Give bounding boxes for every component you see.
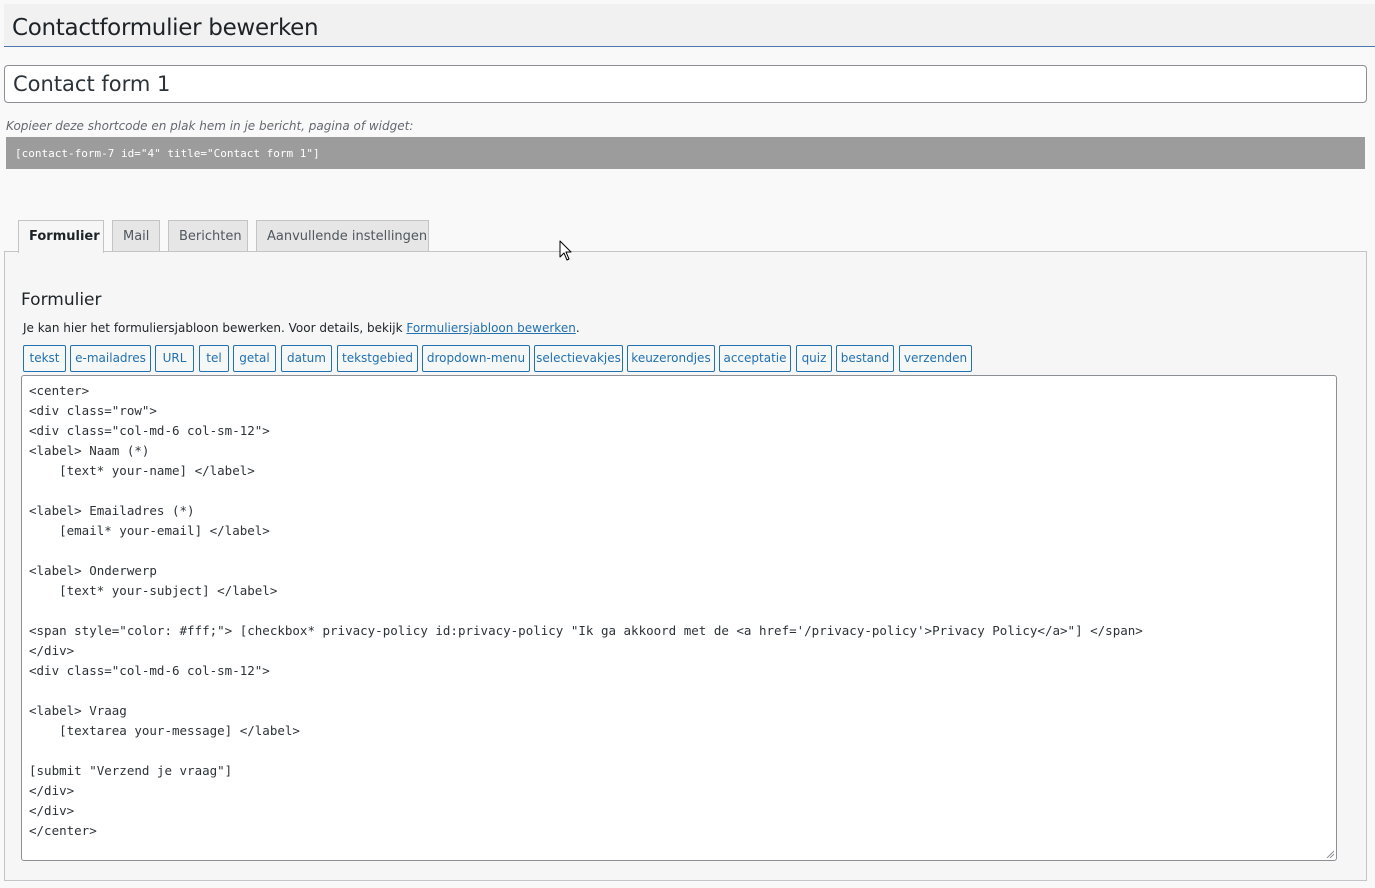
resize-grip-icon[interactable] [1326,850,1334,858]
tag-button-tekstgebied[interactable]: tekstgebied [337,345,418,372]
tab-aanvullende-instellingen[interactable]: Aanvullende instellingen [256,220,429,252]
form-template-editor[interactable]: <center> <div class="row"> <div class="c… [21,375,1337,861]
tag-button-tel[interactable]: tel [199,345,229,372]
tab-formulier[interactable]: Formulier [18,220,104,253]
tab-mail[interactable]: Mail [112,220,160,252]
tag-button-keuzerondjes[interactable]: keuzerondjes [627,345,715,372]
tag-button-verzenden[interactable]: verzenden [899,345,972,372]
panel-description: Je kan hier het formuliersjabloon bewerk… [23,321,580,335]
tag-button-acceptatie[interactable]: acceptatie [719,345,791,372]
panel-heading: Formulier [21,290,102,310]
form-title-input[interactable]: Contact form 1 [4,65,1367,103]
panel-description-text: Je kan hier het formuliersjabloon bewerk… [23,321,407,335]
shortcode-hint: Kopieer deze shortcode en plak hem in je… [6,119,414,133]
shortcode-field[interactable]: [contact-form-7 id="4" title="Contact fo… [6,137,1365,169]
tag-button-selectievakjes[interactable]: selectievakjes [534,345,623,372]
mouse-pointer-icon [559,240,572,261]
form-template-code[interactable]: <center> <div class="row"> <div class="c… [29,381,1143,841]
page-title: Contactformulier bewerken [12,15,319,41]
tag-button-url[interactable]: URL [155,345,194,372]
template-edit-link[interactable]: Formuliersjabloon bewerken [406,321,575,335]
tag-button-quiz[interactable]: quiz [796,345,832,372]
tag-button-bestand[interactable]: bestand [836,345,894,372]
tag-button-getal[interactable]: getal [233,345,276,372]
tag-button-dropdown-menu[interactable]: dropdown-menu [422,345,530,372]
page-header: Contactformulier bewerken [4,4,1375,47]
tag-button-datum[interactable]: datum [281,345,332,372]
tag-button-e-mailadres[interactable]: e-mailadres [70,345,151,372]
tag-button-tekst[interactable]: tekst [23,345,66,372]
tab-berichten[interactable]: Berichten [168,220,248,252]
form-panel: Formulier Je kan hier het formuliersjabl… [4,251,1367,881]
panel-description-end: . [575,321,580,335]
